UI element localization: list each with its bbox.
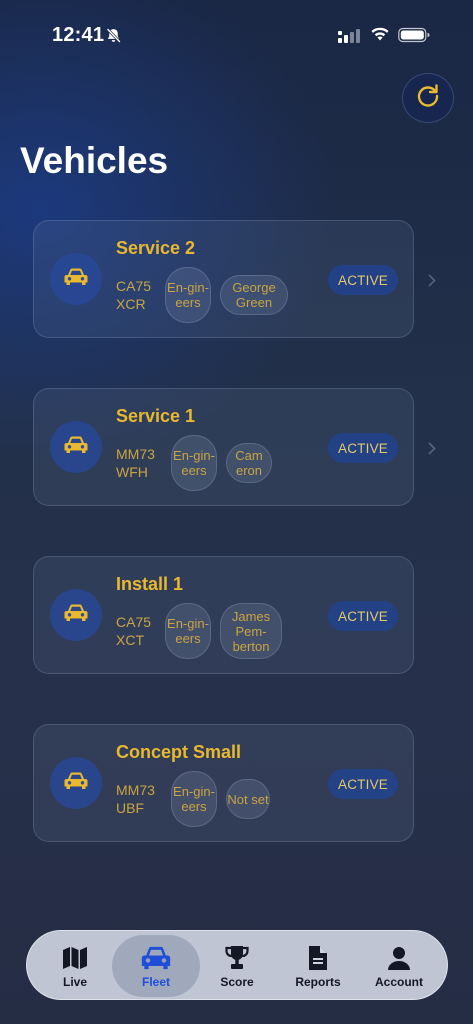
vehicle-name: Install 1 [116, 574, 184, 594]
wifi-icon [370, 26, 390, 47]
cellular-signal-icon [338, 28, 362, 49]
tab-reports[interactable]: Reports [274, 935, 362, 997]
driver-pill: George Green [220, 275, 288, 315]
status-badge: ACTIVE [328, 769, 398, 799]
vehicle-avatar [50, 757, 102, 809]
person-icon [385, 944, 413, 972]
bell-slash-icon [105, 27, 122, 49]
vehicle-name: Service 1 [116, 406, 196, 426]
refresh-button[interactable] [402, 73, 454, 123]
status-bar: 12:41 [0, 0, 473, 70]
status-badge: ACTIVE [328, 265, 398, 295]
chevron-right-icon [428, 442, 436, 460]
document-icon [304, 944, 332, 972]
tab-live[interactable]: Live [31, 935, 119, 997]
tab-fleet[interactable]: Fleet [112, 935, 200, 997]
battery-icon [398, 27, 430, 48]
tab-label: Reports [295, 975, 341, 989]
team-pill: En-gin-eers [171, 771, 217, 827]
vehicle-card-concept-small[interactable]: Concept Small MM73 UBF En-gin-eers Not s… [33, 724, 414, 842]
vehicle-plate: CA75 XCT [116, 614, 152, 648]
trophy-icon [223, 944, 251, 972]
chevron-right-icon [428, 274, 436, 292]
vehicle-card-service-2[interactable]: Service 2 CA75 XCR En-gin-eers George Gr… [33, 220, 436, 338]
vehicle-card-service-1[interactable]: Service 1 MM73 WFH En-gin-eers Cam eron … [33, 388, 436, 506]
vehicle-card-install-1[interactable]: Install 1 CA75 XCT En-gin-eers James Pem… [33, 556, 414, 674]
tab-label: Fleet [141, 975, 170, 989]
driver-pill: James Pem-berton [220, 603, 282, 659]
car-icon [140, 944, 172, 972]
vehicle-avatar [50, 421, 102, 473]
tab-label: Account [375, 975, 423, 989]
vehicle-name: Service 2 [116, 238, 196, 258]
tab-label: Score [220, 975, 254, 989]
vehicle-avatar [50, 589, 102, 641]
team-pill: En-gin-eers [165, 603, 211, 659]
map-icon [61, 944, 89, 972]
vehicle-name: Concept Small [116, 742, 242, 762]
car-icon [63, 771, 89, 796]
tab-bar: Live Fleet Score Reports Account [26, 930, 448, 1000]
team-pill: En-gin-eers [165, 267, 211, 323]
page-title: Vehicles [20, 140, 169, 181]
tab-account[interactable]: Account [355, 935, 443, 997]
tab-label: Live [62, 975, 87, 989]
vehicle-plate: CA75 XCR [116, 278, 152, 312]
car-icon [63, 267, 89, 292]
vehicle-plate: MM73 UBF [116, 782, 155, 816]
vehicle-avatar [50, 253, 102, 305]
car-icon [63, 603, 89, 628]
refresh-icon [414, 82, 442, 115]
vehicle-plate: MM73 WFH [116, 446, 155, 480]
car-icon [63, 435, 89, 460]
tab-score[interactable]: Score [193, 935, 281, 997]
status-badge: ACTIVE [328, 433, 398, 463]
team-pill: En-gin-eers [171, 435, 217, 491]
driver-pill: Cam eron [226, 443, 272, 483]
status-time: 12:41 [52, 24, 105, 46]
status-badge: ACTIVE [328, 601, 398, 631]
driver-pill: Not set [226, 779, 270, 819]
